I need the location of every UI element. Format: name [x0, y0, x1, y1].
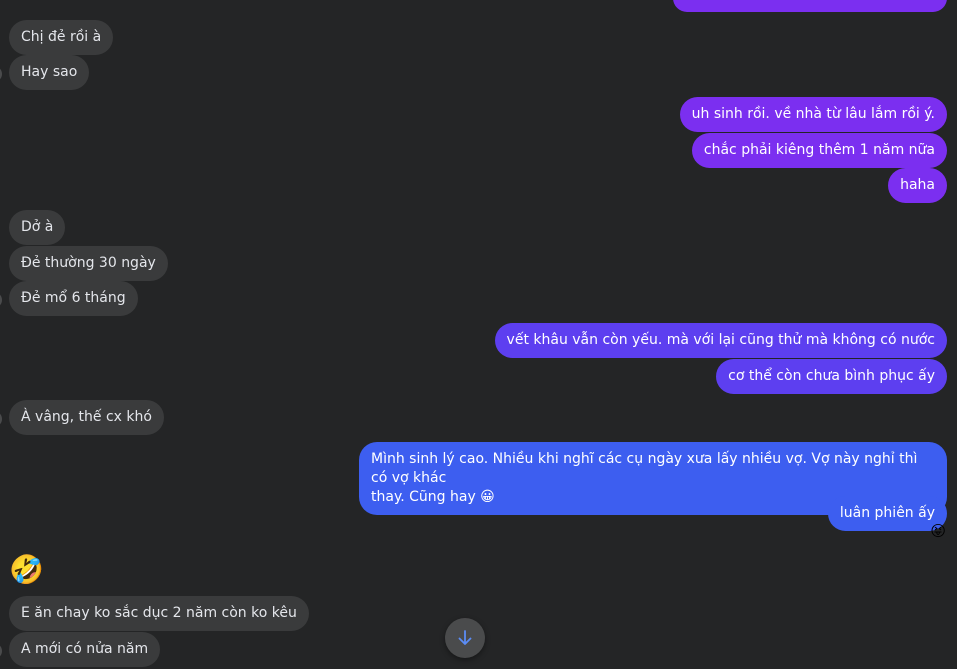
message-text: chắc phải kiêng thêm 1 năm nữa [703, 142, 935, 158]
message-incoming: E ăn chay ko sắc dục 2 năm còn ko kêu [9, 596, 309, 631]
message-incoming: A mới có nửa năm [9, 632, 161, 667]
message-outgoing: cơ thể còn chưa bình phục ấy [716, 359, 947, 394]
message-incoming: Hay sao [9, 55, 90, 90]
reaction-emoji[interactable]: 😝 [930, 522, 946, 540]
scroll-to-bottom-button[interactable] [445, 618, 485, 658]
emoji-message: 🤣 [9, 553, 44, 586]
message-incoming: Đẻ mổ 6 tháng [9, 281, 138, 316]
message-outgoing: luân phiên ấy [827, 496, 947, 531]
avatar[interactable] [0, 411, 2, 427]
message-outgoing: chắc phải kiêng thêm 1 năm nữa [691, 133, 947, 168]
message-text: luân phiên ấy [839, 505, 935, 521]
message-outgoing: vết khâu vẫn còn yếu. mà với lại cũng th… [494, 323, 947, 358]
message-incoming: À vâng, thế cx khó [9, 400, 164, 435]
message-text: Chị đẻ rồi à [21, 29, 102, 45]
message-text: Dở à [21, 219, 54, 235]
message-outgoing-cropped [673, 0, 947, 12]
message-text: E ăn chay ko sắc dục 2 năm còn ko kêu [21, 605, 297, 621]
message-text: uh sinh rồi. về nhà từ lâu lắm rồi ý. [691, 106, 935, 122]
message-incoming: Đẻ thường 30 ngày [9, 246, 168, 281]
message-text-line: Mình sinh lý cao. Nhiều khi nghĩ các cụ … [371, 451, 918, 486]
arrow-down-icon [458, 630, 472, 645]
avatar[interactable] [0, 292, 2, 308]
message-incoming: Chị đẻ rồi à [9, 20, 114, 55]
avatar[interactable] [0, 643, 2, 659]
chat-thread[interactable]: Chị đẻ rồi à Hay sao uh sinh rồi. về nhà… [0, 0, 957, 669]
message-text: À vâng, thế cx khó [21, 409, 152, 425]
avatar[interactable] [0, 66, 2, 82]
message-outgoing: haha [888, 168, 947, 203]
message-outgoing: uh sinh rồi. về nhà từ lâu lắm rồi ý. [679, 97, 947, 132]
message-text: vết khâu vẫn còn yếu. mà với lại cũng th… [506, 332, 935, 348]
message-text: Hay sao [21, 64, 78, 80]
message-text: Đẻ mổ 6 tháng [21, 290, 126, 306]
message-incoming: Dở à [9, 210, 66, 245]
message-text: cơ thể còn chưa bình phục ấy [728, 368, 935, 384]
message-text: haha [900, 177, 935, 193]
message-text: Đẻ thường 30 ngày [21, 255, 156, 271]
message-text: A mới có nửa năm [21, 641, 149, 657]
